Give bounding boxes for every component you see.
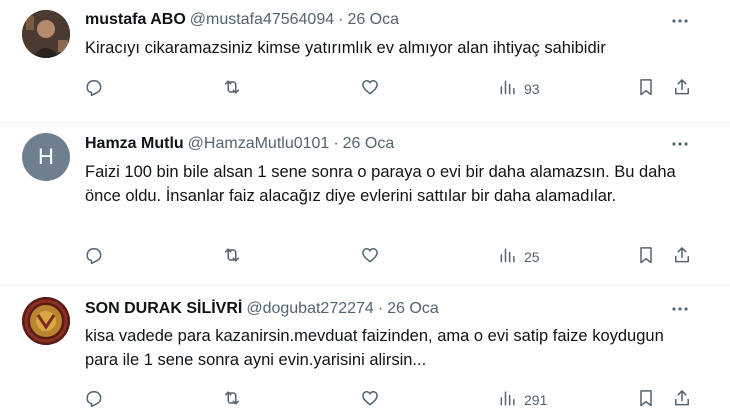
bookmark-button[interactable] — [636, 245, 656, 269]
bookmark-icon — [636, 245, 656, 270]
tweet-text: Faizi 100 bin bile alsan 1 sene sonra o … — [85, 163, 676, 205]
reply-button[interactable] — [84, 77, 104, 101]
like-button[interactable] — [360, 77, 380, 101]
retweet-button[interactable] — [222, 77, 242, 101]
reply-icon — [84, 388, 104, 413]
bookmark-icon — [636, 388, 656, 413]
reply-icon — [84, 245, 104, 270]
views-count: 25 — [524, 249, 540, 265]
display-name[interactable]: mustafa ABO — [85, 11, 186, 28]
timestamp[interactable]: 26 Oca — [343, 135, 395, 152]
like-icon — [360, 245, 380, 270]
share-button[interactable] — [672, 245, 692, 269]
tweet-header: SON DURAK SİLİVRİ @dogubat272274 · 26 Oca — [85, 299, 439, 319]
retweet-icon — [222, 245, 242, 270]
reply-button[interactable] — [84, 245, 104, 269]
more-icon[interactable] — [670, 299, 690, 319]
action-bar: 93 — [0, 77, 730, 101]
bookmark-button[interactable] — [636, 77, 656, 101]
share-icon — [672, 388, 692, 413]
action-bar: 25 — [0, 245, 730, 269]
like-icon — [360, 388, 380, 413]
timestamp[interactable]: 26 Oca — [347, 11, 399, 28]
reply-icon — [84, 77, 104, 102]
bookmark-icon — [636, 77, 656, 102]
separator: · — [333, 135, 339, 152]
views-button[interactable]: 93 — [498, 77, 540, 101]
bookmark-button[interactable] — [636, 388, 656, 412]
tweet-header: mustafa ABO @mustafa47564094 · 26 Oca — [85, 10, 399, 30]
user-handle[interactable]: @dogubat272274 — [246, 300, 373, 317]
share-icon — [672, 245, 692, 270]
like-button[interactable] — [360, 388, 380, 412]
separator: · — [338, 11, 344, 28]
display-name[interactable]: Hamza Mutlu — [85, 135, 184, 152]
tweet-text: Kiracıyı cikaramazsiniz kimse yatırımlık… — [85, 39, 606, 57]
more-icon[interactable] — [670, 134, 690, 154]
share-button[interactable] — [672, 388, 692, 412]
more-icon[interactable] — [670, 11, 690, 31]
retweet-icon — [222, 77, 242, 102]
avatar[interactable]: H — [22, 133, 70, 181]
like-button[interactable] — [360, 245, 380, 269]
share-icon — [672, 77, 692, 102]
tweet[interactable]: H Hamza Mutlu @HamzaMutlu0101 · 26 Oca Faiz… — [0, 123, 730, 285]
timestamp[interactable]: 26 Oca — [387, 300, 439, 317]
retweet-icon — [222, 388, 242, 413]
action-bar: 291 — [0, 388, 730, 412]
like-icon — [360, 77, 380, 102]
tweet-header: Hamza Mutlu @HamzaMutlu0101 · 26 Oca — [85, 134, 394, 154]
avatar[interactable] — [22, 10, 70, 58]
views-icon — [498, 77, 518, 102]
avatar[interactable] — [22, 297, 70, 345]
retweet-button[interactable] — [222, 245, 242, 269]
separator: · — [377, 300, 384, 317]
share-button[interactable] — [672, 77, 692, 101]
tweet[interactable]: SON DURAK SİLİVRİ @dogubat272274 · 26 Oca k… — [0, 285, 730, 420]
user-handle[interactable]: @HamzaMutlu0101 — [188, 135, 330, 152]
reply-button[interactable] — [84, 388, 104, 412]
display-name[interactable]: SON DURAK SİLİVRİ — [85, 300, 242, 317]
views-count: 291 — [524, 392, 548, 408]
tweet[interactable]: mustafa ABO @mustafa47564094 · 26 Oca Kirac… — [0, 0, 730, 123]
user-handle[interactable]: @mustafa47564094 — [190, 11, 334, 28]
avatar-letter: H — [38, 144, 54, 169]
views-icon — [498, 245, 518, 270]
views-icon — [498, 388, 518, 413]
retweet-button[interactable] — [222, 388, 242, 412]
views-count: 93 — [524, 81, 540, 97]
views-button[interactable]: 25 — [498, 245, 540, 269]
tweet-text: kisa vadede para kazanirsin.mevduat faiz… — [85, 327, 664, 369]
views-button[interactable]: 291 — [498, 388, 547, 412]
